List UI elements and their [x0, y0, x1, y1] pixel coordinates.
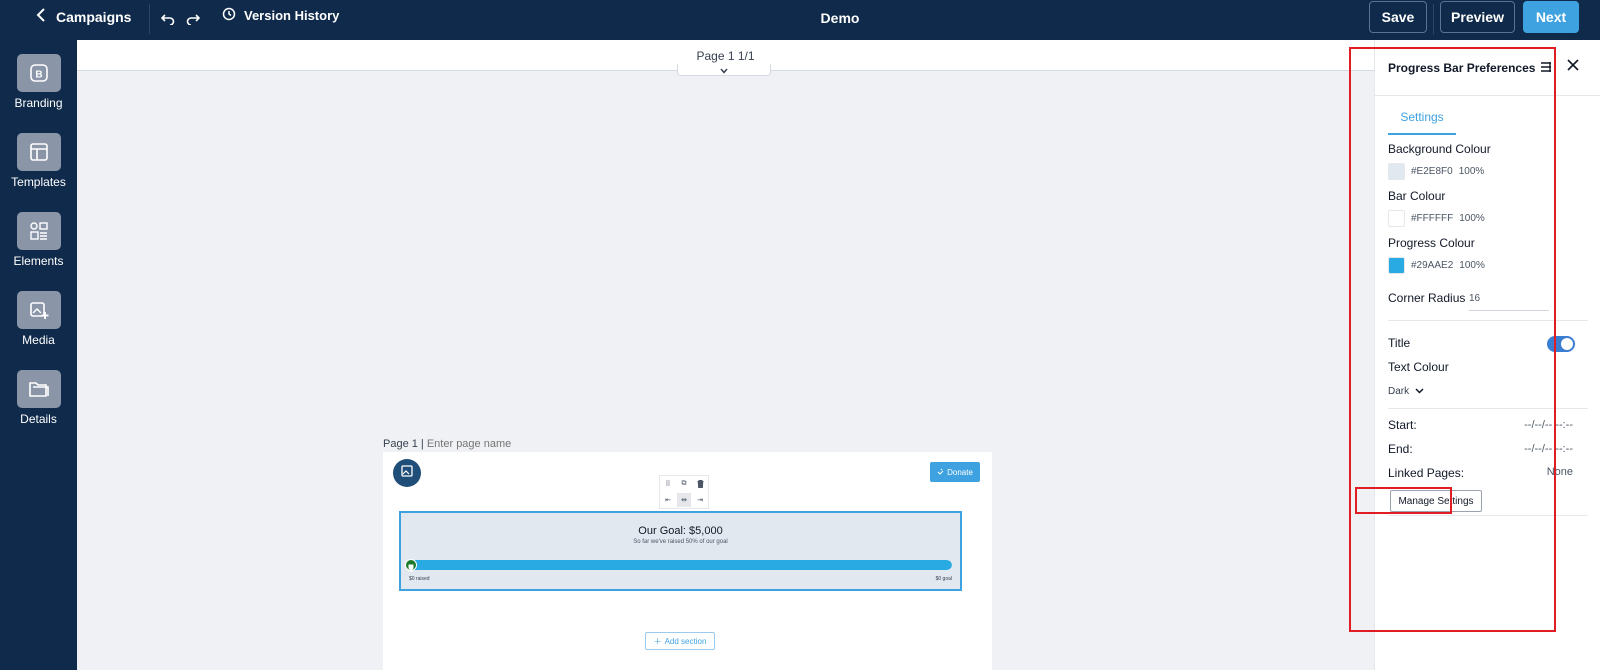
- progress-fill: [408, 560, 952, 570]
- redo-icon[interactable]: [183, 9, 203, 29]
- add-section-button[interactable]: ＋ Add section: [645, 632, 715, 650]
- page-name-input[interactable]: [426, 438, 547, 450]
- top-bar: Campaigns Version History Demo Save Prev…: [0, 0, 1600, 40]
- close-icon[interactable]: [1565, 57, 1581, 78]
- progress-subtitle: So far we've raised 50% of our goal: [633, 539, 728, 545]
- templates-icon: [16, 133, 61, 171]
- progress-bar-element[interactable]: Our Goal: $5,000 So far we've raised 50%…: [399, 511, 962, 591]
- sidebar-item-label: Elements: [13, 254, 64, 268]
- page-label: Page 1 |: [383, 438, 424, 450]
- trophy-icon: [405, 559, 417, 572]
- sidebar-item-label: Branding: [14, 96, 63, 110]
- goal-label: $0 goal: [935, 576, 952, 582]
- elements-icon: [16, 212, 61, 250]
- donate-label: Donate: [947, 467, 973, 477]
- align-left-icon[interactable]: ⇤: [661, 493, 675, 507]
- progress-title: Our Goal: $5,000: [638, 525, 723, 537]
- sidebar-item-details[interactable]: Details: [0, 370, 77, 426]
- align-right-icon[interactable]: ⇥: [693, 493, 707, 507]
- align-center-icon[interactable]: ⇹: [677, 493, 691, 507]
- donate-button[interactable]: Donate: [930, 462, 980, 482]
- svg-text:B: B: [35, 70, 42, 81]
- progress-track: [408, 560, 952, 570]
- next-button[interactable]: Next: [1523, 1, 1579, 33]
- page-preview: Donate ⠿ ⧉ ⇤ ⇹ ⇥ Our Goal: $5,000 So far…: [383, 452, 992, 670]
- element-toolbar: ⠿ ⧉ ⇤ ⇹ ⇥: [659, 475, 709, 509]
- add-section-label: Add section: [664, 636, 707, 646]
- version-history-button[interactable]: Version History: [222, 7, 339, 24]
- divider: [149, 4, 150, 34]
- sidebar-item-label: Details: [20, 412, 57, 426]
- plus-icon: ＋: [653, 636, 662, 646]
- branding-icon: B: [16, 54, 61, 92]
- editor-canvas: Page 1 1/1 Page 1 | Donate ⠿ ⧉ ⇤: [77, 40, 1374, 670]
- trash-icon[interactable]: [693, 477, 707, 491]
- version-history-label: Version History: [244, 8, 340, 23]
- page-name-row: Page 1 |: [383, 438, 547, 450]
- sidebar-item-templates[interactable]: Templates: [0, 133, 77, 189]
- back-label: Campaigns: [56, 8, 132, 25]
- back-to-campaigns-button[interactable]: Campaigns: [36, 8, 131, 25]
- sidebar-item-label: Templates: [11, 175, 66, 189]
- preview-button[interactable]: Preview: [1440, 1, 1515, 33]
- manage-settings-highlight-box: [1355, 487, 1452, 514]
- save-button[interactable]: Save: [1369, 1, 1427, 33]
- duplicate-icon[interactable]: ⧉: [677, 477, 691, 491]
- logo-image-button[interactable]: [393, 459, 421, 487]
- divider: [1433, 4, 1434, 34]
- move-icon[interactable]: ⠿: [661, 477, 675, 491]
- undo-icon[interactable]: [158, 9, 178, 29]
- history-icon: [222, 7, 236, 24]
- panel-highlight-box: [1349, 47, 1556, 632]
- campaign-title: Demo: [820, 10, 860, 26]
- details-icon: [16, 370, 61, 408]
- chevron-left-icon: [36, 8, 46, 25]
- raised-label: $0 raised: [409, 576, 430, 582]
- hand-heart-icon: [937, 468, 944, 477]
- page-dropdown-toggle[interactable]: [677, 64, 771, 76]
- sidebar-item-elements[interactable]: Elements: [0, 212, 77, 268]
- sidebar-item-media[interactable]: Media: [0, 291, 77, 347]
- sidebar-item-branding[interactable]: B Branding: [0, 54, 77, 110]
- sidebar-item-label: Media: [22, 333, 55, 347]
- image-icon: [401, 464, 413, 482]
- media-icon: [16, 291, 61, 329]
- chevron-down-icon: [720, 61, 728, 79]
- left-sidebar: B Branding Templates Elements Media Deta…: [0, 40, 77, 670]
